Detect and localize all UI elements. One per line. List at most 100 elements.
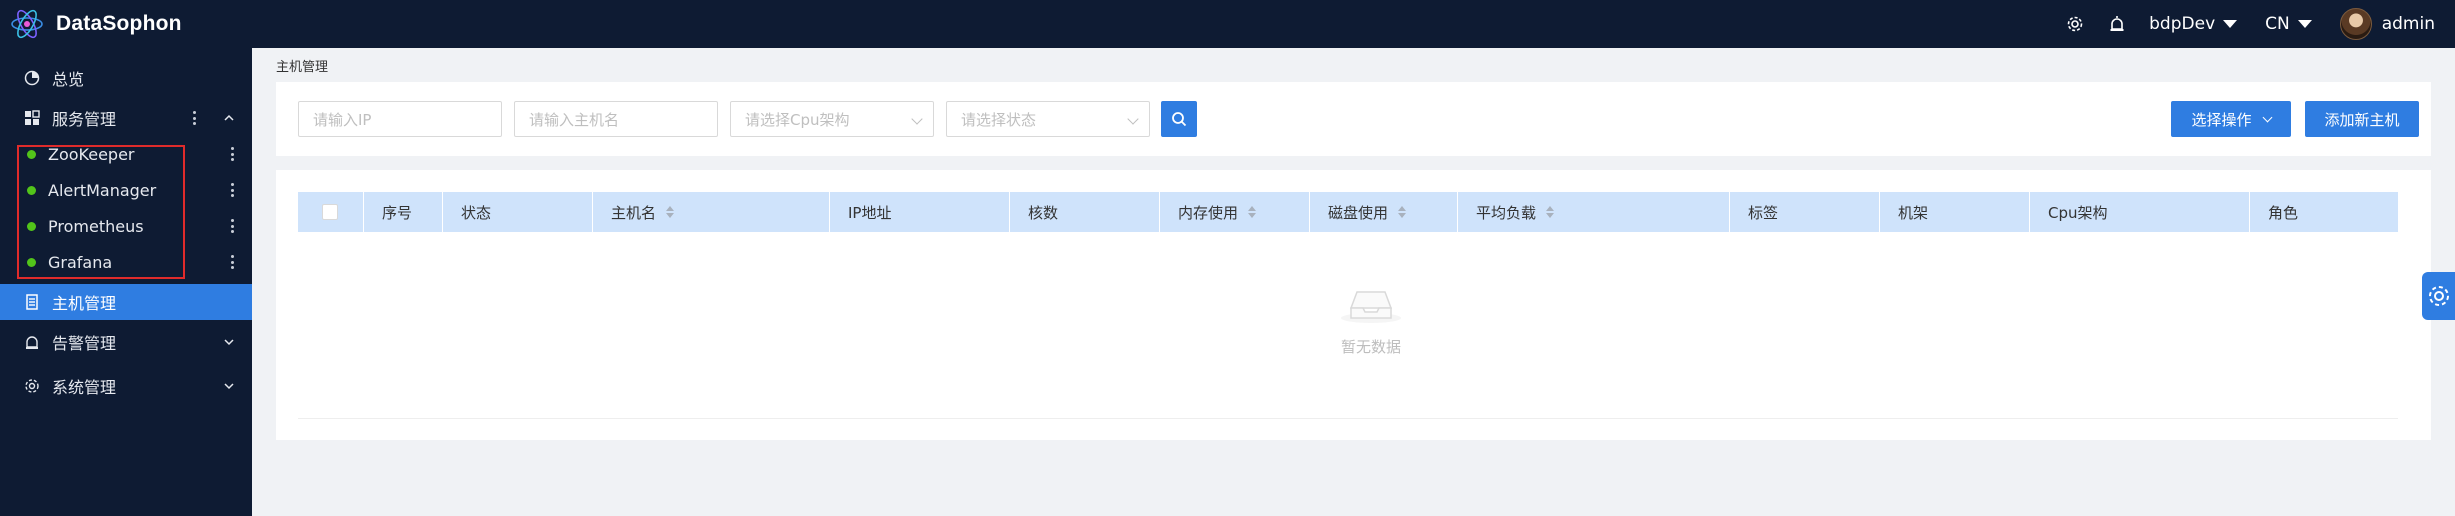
sidebar-item-label: 服务管理 [52,110,117,129]
table-bottom-divider [298,418,2398,419]
sidebar-item-label: 告警管理 [52,334,117,353]
ip-input[interactable]: 请输入IP [298,101,502,137]
service-name: Prometheus [48,216,144,236]
language-selector[interactable]: CN [2265,14,2312,34]
service-name: ZooKeeper [48,144,135,164]
empty-inbox-icon [1341,291,1401,323]
sidebar-item-label: 总览 [52,70,85,89]
column-label: 平均负载 [1476,203,1537,222]
alarm-bell-icon[interactable] [2107,14,2127,34]
column-header-sortable[interactable]: 内存使用 [1160,192,1310,232]
running-status-dot [27,221,36,231]
column-header: IP地址 [830,192,1010,232]
more-options-icon[interactable] [230,255,234,269]
column-label: 内存使用 [1178,203,1239,222]
column-header-sortable[interactable]: 磁盘使用 [1310,192,1458,232]
status-select[interactable]: 请选择状态 [946,101,1150,137]
sort-icon[interactable] [1398,206,1407,218]
column-header: 核数 [1010,192,1160,232]
search-icon [1172,112,1187,127]
top-header: DataSophon bdpDev CN admin [0,0,2455,48]
sidebar: 总览 服务管理 ZooKeeper AlertManager Prometheu… [0,48,252,516]
caret-down-icon [2223,20,2238,28]
service-name: AlertManager [48,180,157,200]
column-header: 角色 [2250,192,2398,232]
add-host-button[interactable]: 添加新主机 [2305,101,2419,137]
cluster-name: bdpDev [2149,14,2216,34]
empty-text: 暂无数据 [1340,338,1401,356]
sidebar-item-services[interactable]: 服务管理 [0,100,252,136]
ip-input-placeholder: 请输入IP [313,110,372,129]
select-operation-button[interactable]: 选择操作 [2171,101,2291,137]
column-header: 状态 [443,192,593,232]
more-options-icon[interactable] [230,147,234,161]
dashboard-grid-icon [25,110,40,125]
caret-down-icon [2297,20,2312,28]
gear-icon [25,379,39,393]
username[interactable]: admin [2382,14,2435,34]
host-table-panel: 序号 状态 主机名 IP地址 核数 内存使用 磁盘使用 平均负载 标签 机架 C… [276,170,2431,440]
gear-icon [2428,286,2449,306]
pie-chart-icon [24,70,40,86]
column-label: 核数 [1028,203,1059,222]
more-options-icon[interactable] [192,111,196,125]
sidebar-item-alerts[interactable]: 告警管理 [0,324,252,360]
sidebar-item-overview[interactable]: 总览 [0,60,252,96]
cpu-arch-select[interactable]: 请选择Cpu架构 [730,101,934,137]
service-item-grafana[interactable]: Grafana [0,244,252,280]
select-all-checkbox[interactable] [322,204,338,220]
cpu-arch-placeholder: 请选择Cpu架构 [745,110,850,129]
status-placeholder: 请选择状态 [961,110,1037,129]
running-status-dot [27,257,36,267]
language-label: CN [2265,14,2290,34]
server-icon [26,294,38,310]
sort-icon[interactable] [1546,206,1555,218]
add-host-label: 添加新主机 [2324,110,2400,129]
app-name: DataSophon [56,12,182,35]
atom-logo-icon [11,9,43,39]
sort-icon[interactable] [666,206,675,218]
service-item-prometheus[interactable]: Prometheus [0,208,252,244]
table-header: 序号 状态 主机名 IP地址 核数 内存使用 磁盘使用 平均负载 标签 机架 C… [298,192,2398,232]
chevron-up-icon[interactable] [224,113,234,123]
column-label: 角色 [2268,203,2299,222]
more-options-icon[interactable] [230,219,234,233]
sidebar-item-system[interactable]: 系统管理 [0,368,252,404]
service-item-zookeeper[interactable]: ZooKeeper [0,136,252,172]
alarm-icon [26,336,38,349]
sidebar-item-hosts[interactable]: 主机管理 [0,284,252,320]
search-button[interactable] [1161,101,1197,137]
chevron-down-icon[interactable] [224,337,234,347]
hostname-input[interactable]: 请输入主机名 [514,101,718,137]
column-label: IP地址 [848,203,892,222]
column-header: 标签 [1730,192,1880,232]
select-operation-label: 选择操作 [2191,110,2252,129]
chevron-down-icon[interactable] [224,381,234,391]
select-all-column [298,192,364,232]
column-label: 标签 [1748,203,1779,222]
more-options-icon[interactable] [230,183,234,197]
settings-gear-icon[interactable] [2065,14,2085,34]
column-header: 机架 [1880,192,2030,232]
column-header: 序号 [364,192,443,232]
user-avatar[interactable] [2339,8,2372,40]
column-header-sortable[interactable]: 主机名 [593,192,830,232]
column-header-sortable[interactable]: 平均负载 [1458,192,1730,232]
floating-settings-button[interactable] [2422,272,2455,320]
sidebar-item-label: 主机管理 [52,294,117,313]
logo[interactable]: DataSophon [0,7,252,41]
service-item-alertmanager[interactable]: AlertManager [0,172,252,208]
filter-panel: 请输入IP 请输入主机名 请选择Cpu架构 请选择状态 选择操作 添加新主机 [276,82,2431,156]
column-label: 机架 [1898,203,1929,222]
chevron-down-icon [2262,112,2272,122]
running-status-dot [27,185,36,195]
column-header: Cpu架构 [2030,192,2250,232]
breadcrumb: 主机管理 [276,60,329,75]
column-label: Cpu架构 [2048,203,2108,222]
empty-state: 暂无数据 [1311,280,1431,357]
column-label: 主机名 [611,203,657,222]
service-name: Grafana [48,252,113,272]
sort-icon[interactable] [1248,206,1257,218]
cluster-selector[interactable]: bdpDev [2149,14,2238,34]
chevron-down-icon [1127,113,1139,125]
